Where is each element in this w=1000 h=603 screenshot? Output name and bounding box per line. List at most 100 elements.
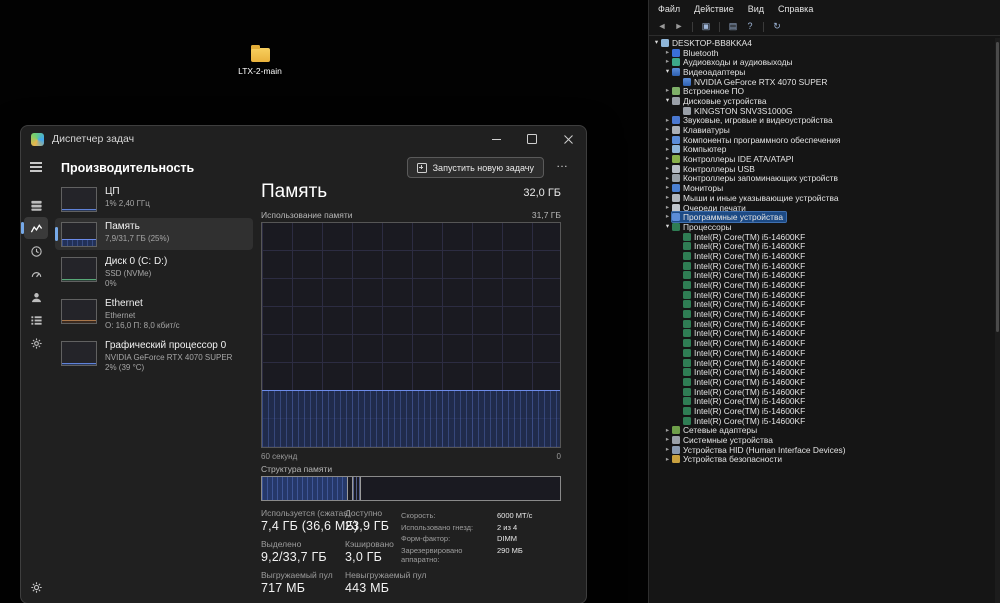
maximize-button[interactable] (514, 126, 550, 152)
tree-node-device[interactable]: Intel(R) Core(TM) i5-14600KF (649, 241, 993, 251)
tree-node-category[interactable]: ▸ Аудиовходы и аудиовыходы (649, 57, 993, 67)
tree-node-category[interactable]: ▸ Клавиатуры (649, 125, 993, 135)
tree-node-category[interactable]: ▸ Программные устройства (649, 211, 993, 224)
expand-chevron-icon[interactable]: ▸ (663, 455, 672, 465)
tree-node-device[interactable]: Intel(R) Core(TM) i5-14600KF (649, 377, 993, 387)
properties-icon[interactable]: ▤ (727, 20, 739, 33)
collapse-chevron-icon[interactable]: ▾ (663, 222, 672, 232)
settings-gear-icon[interactable] (30, 581, 43, 594)
tree-node-category[interactable]: ▸ Мониторы (649, 183, 993, 193)
expand-chevron-icon[interactable]: ▸ (663, 174, 672, 184)
expand-chevron-icon[interactable]: ▸ (663, 193, 672, 203)
perf-sidebar-item-disk[interactable]: Диск 0 (C: D:) SSD (NVMe) 0% (55, 253, 253, 292)
tree-node-category[interactable]: ▾ Дисковые устройства (649, 96, 993, 106)
perf-sidebar-item-ethernet[interactable]: Ethernet Ethernet О: 16,0 П: 8,0 кбит/с (55, 295, 253, 334)
expand-chevron-icon[interactable]: ▸ (663, 86, 672, 96)
tree-node-category[interactable]: ▸ Устройства HID (Human Interface Devices… (649, 445, 993, 455)
collapse-chevron-icon[interactable]: ▾ (652, 38, 661, 48)
tree-node-device[interactable]: Intel(R) Core(TM) i5-14600KF (649, 290, 993, 300)
expand-chevron-icon[interactable]: ▸ (663, 48, 672, 58)
dm-menu-item-2[interactable]: Вид (741, 4, 771, 14)
nav-startup-apps-icon[interactable] (24, 263, 48, 285)
tree-node-category[interactable]: ▸ Контроллеры запоминающих устройств (649, 173, 993, 184)
tree-node-category[interactable]: ▸ Очереди печати (649, 203, 993, 213)
tree-node-device[interactable]: Intel(R) Core(TM) i5-14600KF (649, 387, 993, 397)
tree-node-device[interactable]: Intel(R) Core(TM) i5-14600KF (649, 251, 993, 261)
hamburger-menu-icon[interactable] (24, 156, 48, 178)
tree-node-category[interactable]: ▸ Звуковые, игровые и видеоустройства (649, 115, 993, 126)
tree-node-category[interactable]: ▸ Контроллеры IDE ATA/ATAPI (649, 154, 993, 164)
nav-services-icon[interactable] (24, 332, 48, 354)
dm-menu-item-3[interactable]: Справка (771, 4, 820, 14)
tree-node-category[interactable]: ▸ Компоненты программного обеспечения (649, 135, 993, 145)
collapse-chevron-icon[interactable]: ▾ (663, 96, 672, 106)
dm-menu-item-0[interactable]: Файл (651, 4, 687, 14)
more-options-button[interactable]: … (556, 156, 568, 170)
tree-node-category[interactable]: ▸ Системные устройства (649, 435, 993, 445)
tree-node-category[interactable]: ▸ Компьютер (649, 144, 993, 155)
tree-node-device[interactable]: Intel(R) Core(TM) i5-14600KF (649, 319, 993, 329)
tree-node-device[interactable]: Intel(R) Core(TM) i5-14600KF (649, 338, 993, 348)
nav-app-history-icon[interactable] (24, 240, 48, 262)
tree-node-category[interactable]: ▸ Устройства безопасности (649, 454, 993, 465)
tree-node-device[interactable]: Intel(R) Core(TM) i5-14600KF (649, 232, 993, 242)
tree-node-category[interactable]: ▸ Встроенное ПО (649, 86, 993, 96)
dm-menu-item-1[interactable]: Действие (687, 4, 741, 14)
tree-node-category[interactable]: ▸ Сетевые адаптеры (649, 425, 993, 436)
desktop-icon-ltx-2-main[interactable]: LTX-2-main (228, 45, 292, 76)
forward-icon[interactable]: ► (673, 20, 685, 33)
expand-chevron-icon[interactable]: ▸ (663, 203, 672, 213)
tree-node-device[interactable]: NVIDIA GeForce RTX 4070 SUPER (649, 77, 993, 87)
tree-node-category[interactable]: ▾ Процессоры (649, 222, 993, 232)
tree-node-device[interactable]: Intel(R) Core(TM) i5-14600KF (649, 396, 993, 406)
expand-chevron-icon[interactable]: ▸ (663, 212, 672, 222)
nav-processes-icon[interactable] (24, 194, 48, 216)
expand-chevron-icon[interactable]: ▸ (663, 445, 672, 455)
expand-chevron-icon[interactable]: ▸ (663, 164, 672, 174)
expand-chevron-icon[interactable]: ▸ (663, 435, 672, 445)
scan-hardware-icon[interactable]: ↻ (771, 20, 783, 33)
device-tree-scrollbar[interactable] (995, 38, 1000, 603)
back-icon[interactable]: ◄ (656, 20, 668, 33)
tree-node-device[interactable]: Intel(R) Core(TM) i5-14600KF (649, 416, 993, 426)
tree-node-device[interactable]: Intel(R) Core(TM) i5-14600KF (649, 406, 993, 416)
expand-chevron-icon[interactable]: ▸ (663, 426, 672, 436)
tree-node-device[interactable]: Intel(R) Core(TM) i5-14600KF (649, 348, 993, 358)
tree-node-category[interactable]: ▸ Контроллеры USB (649, 164, 993, 174)
perf-sidebar-item-memory[interactable]: Память 7,9/31,7 ГБ (25%) (55, 218, 253, 250)
tree-node-category[interactable]: ▸ Bluetooth (649, 48, 993, 58)
console-window-icon[interactable]: ▣ (700, 20, 712, 33)
tree-node-device[interactable]: Intel(R) Core(TM) i5-14600KF (649, 309, 993, 319)
expand-chevron-icon[interactable]: ▸ (663, 145, 672, 155)
tree-node-category[interactable]: ▾ DESKTOP-BB8KKA4 (649, 38, 993, 48)
task-manager-titlebar[interactable]: Диспетчер задач (21, 126, 586, 152)
ethernet-mini-chart (61, 299, 97, 324)
expand-chevron-icon[interactable]: ▸ (663, 57, 672, 67)
collapse-chevron-icon[interactable]: ▾ (663, 67, 672, 77)
perf-sidebar-item-cpu[interactable]: ЦП 1% 2,40 ГГц (55, 183, 253, 215)
expand-chevron-icon[interactable]: ▸ (663, 116, 672, 126)
expand-chevron-icon[interactable]: ▸ (663, 154, 672, 164)
close-button[interactable] (550, 126, 586, 152)
nav-performance-icon[interactable] (21, 217, 48, 239)
tree-node-device[interactable]: Intel(R) Core(TM) i5-14600KF (649, 280, 993, 290)
tree-node-device[interactable]: Intel(R) Core(TM) i5-14600KF (649, 270, 993, 280)
perf-sidebar-item-gpu[interactable]: Графический процессор 0 NVIDIA GeForce RT… (55, 337, 253, 376)
tree-node-device[interactable]: Intel(R) Core(TM) i5-14600KF (649, 299, 993, 309)
tree-node-category[interactable]: ▾ Видеоадаптеры (649, 67, 993, 77)
tree-node-device[interactable]: Intel(R) Core(TM) i5-14600KF (649, 328, 993, 338)
tree-node-device[interactable]: Intel(R) Core(TM) i5-14600KF (649, 261, 993, 271)
tree-node-category[interactable]: ▸ Мыши и иные указывающие устройства (649, 193, 993, 203)
tree-node-device[interactable]: Intel(R) Core(TM) i5-14600KF (649, 358, 993, 368)
expand-chevron-icon[interactable]: ▸ (663, 125, 672, 135)
run-new-task-button[interactable]: Запустить новую задачу (406, 157, 544, 178)
expand-chevron-icon[interactable]: ▸ (663, 183, 672, 193)
help-icon[interactable]: ? (744, 20, 756, 33)
tree-node-device[interactable]: KINGSTON SNV3S1000G (649, 106, 993, 116)
nav-users-icon[interactable] (24, 286, 48, 308)
nav-details-icon[interactable] (24, 309, 48, 331)
scrollbar-thumb[interactable] (996, 42, 999, 332)
minimize-button[interactable] (478, 126, 514, 152)
expand-chevron-icon[interactable]: ▸ (663, 135, 672, 145)
tree-node-device[interactable]: Intel(R) Core(TM) i5-14600KF (649, 367, 993, 377)
